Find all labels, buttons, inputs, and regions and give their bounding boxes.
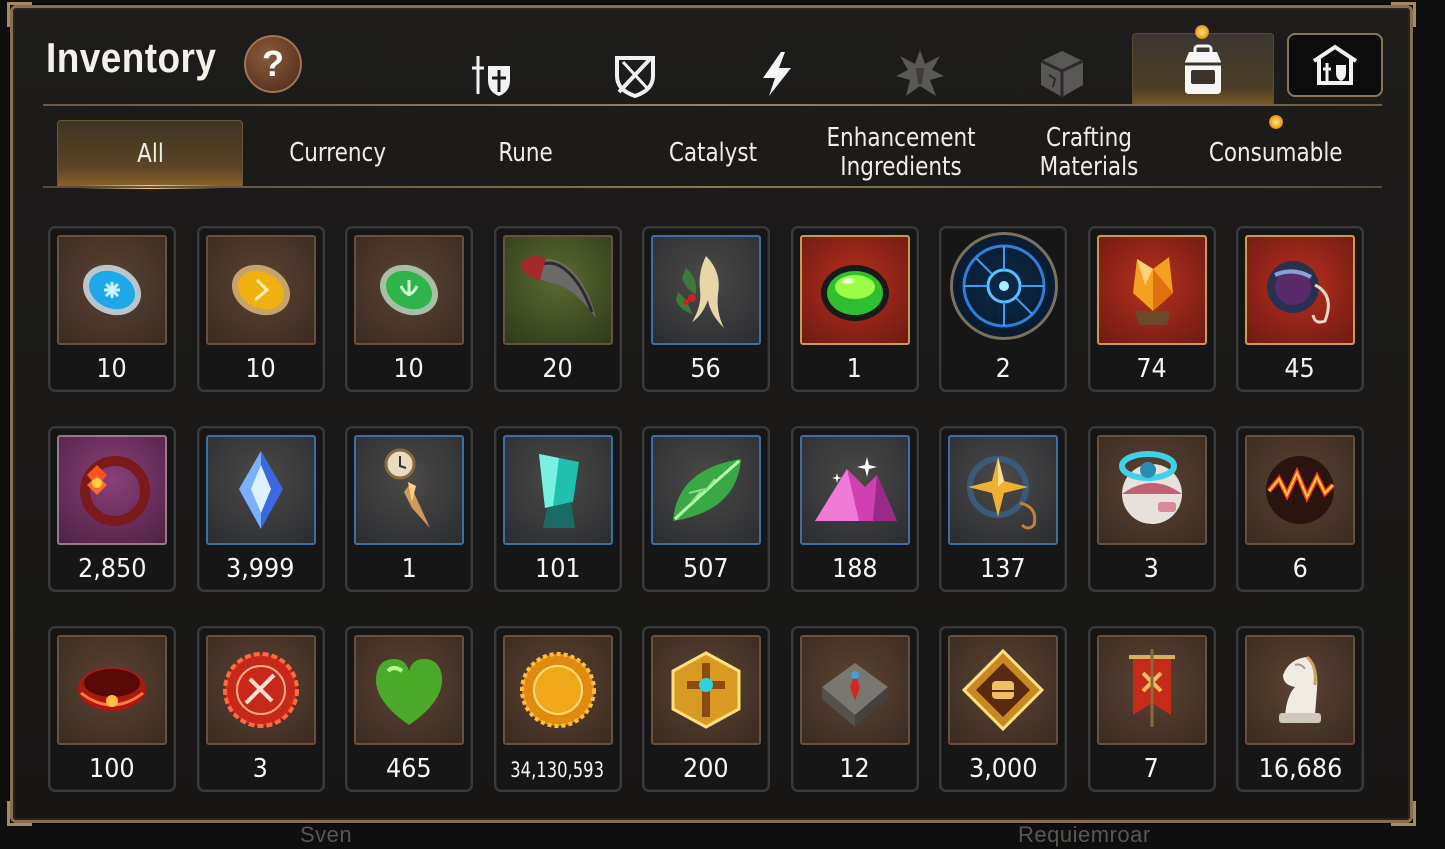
inventory-slot[interactable]: 3 [196,626,325,792]
artifact-icon[interactable] [599,38,671,110]
gold-hexagon-emblem-icon [671,651,741,729]
pendulum-icon [384,448,430,528]
flower-ring-icon [80,456,150,526]
blue-gem-icon [238,451,283,529]
inventory-slot[interactable]: 101 [493,426,622,592]
inventory-slot[interactable]: 16,686 [1236,626,1364,792]
inventory-slot[interactable]: 6 [1236,426,1364,592]
inventory-slot[interactable]: 2 [939,226,1067,392]
inventory-slot[interactable]: 1 [345,426,473,592]
knight-chess-piece-icon [1279,655,1321,723]
page-title: Inventory [46,34,217,81]
inventory-slot[interactable]: 56 [642,226,770,392]
green-heart-icon [375,659,443,725]
inventory-slot[interactable]: 20 [493,226,622,392]
yellow-rune-icon [231,264,290,316]
blue-sigil-disc-icon [962,244,1046,328]
inventory-slot[interactable]: 3,000 [939,626,1067,792]
red-banner-icon [1128,649,1175,727]
inventory-slot[interactable]: 188 [790,426,919,592]
inventory-slot[interactable]: 507 [642,426,770,592]
tab-currency[interactable]: Currency [245,120,431,186]
backpack-icon [1185,44,1221,94]
inventory-slot[interactable]: 1 [790,226,919,392]
orange-crystal-icon [1132,257,1173,325]
tab-consumable[interactable]: Consumable [1183,120,1369,186]
tab-all[interactable]: All [57,120,243,189]
green-rune-icon [379,264,439,316]
inventory-slot[interactable]: 3,999 [196,426,325,592]
equipment-icon[interactable] [456,38,528,110]
inventory-slot[interactable]: 10 [345,226,473,392]
star-amulet-icon [967,456,1037,530]
storage-house-icon [1312,44,1358,85]
backpack-tab[interactable] [1132,33,1274,106]
inventory-slot[interactable]: 12 [790,626,919,792]
storage-button[interactable] [1287,33,1383,97]
skill-icon[interactable] [741,38,813,110]
tab-enhancement-ingredients[interactable]: Enhancement Ingredients [808,120,994,186]
inventory-slot[interactable]: 465 [345,626,473,792]
cube-icon[interactable] [1026,38,1098,110]
capsule-orb-icon [1118,451,1182,524]
blue-rune-icon [82,264,142,316]
inventory-slot[interactable]: 45 [1236,226,1364,392]
claw-icon [519,256,596,318]
inventory-slot[interactable]: 200 [642,626,770,792]
root-herb-icon [676,256,724,328]
red-badge-icon [222,652,299,728]
inventory-slot[interactable]: 3 [1087,426,1216,592]
background-hero-name: Sven [300,822,353,847]
red-bracelet-icon [78,667,146,711]
pink-powder-pile-icon [814,457,897,521]
green-pot-icon [820,265,889,321]
help-button[interactable]: ? [244,35,302,93]
inventory-slot[interactable]: 74 [1087,226,1216,392]
inventory-grid: 10 10 10 20 56 1 2 74 45 2,850 3,999 1 1… [48,226,1364,792]
gold-coin-icon [519,652,596,728]
tab-crafting-materials[interactable]: Crafting Materials [996,120,1182,186]
fist-emblem-icon [961,648,1045,732]
inventory-slot[interactable]: 100 [48,626,176,792]
leaf-icon [673,459,741,521]
stone-compass-icon [821,663,888,727]
lava-orb-icon [1266,456,1335,524]
teal-crystal-icon [538,454,579,528]
inventory-slot[interactable]: 7 [1087,626,1216,792]
tab-catalyst[interactable]: Catalyst [620,120,806,186]
inventory-slot[interactable]: 2,850 [48,426,176,592]
inventory-slot[interactable]: 10 [48,226,176,392]
background-hero-name: Requiemroar [1018,822,1151,847]
tab-rune[interactable]: Rune [433,120,619,186]
red-amulet-icon [1267,261,1330,324]
inventory-slot[interactable]: 10 [196,226,325,392]
fragment-icon[interactable] [884,38,956,110]
inventory-slot[interactable]: 137 [939,426,1067,592]
inventory-slot[interactable]: 34,130,593 [493,626,622,792]
